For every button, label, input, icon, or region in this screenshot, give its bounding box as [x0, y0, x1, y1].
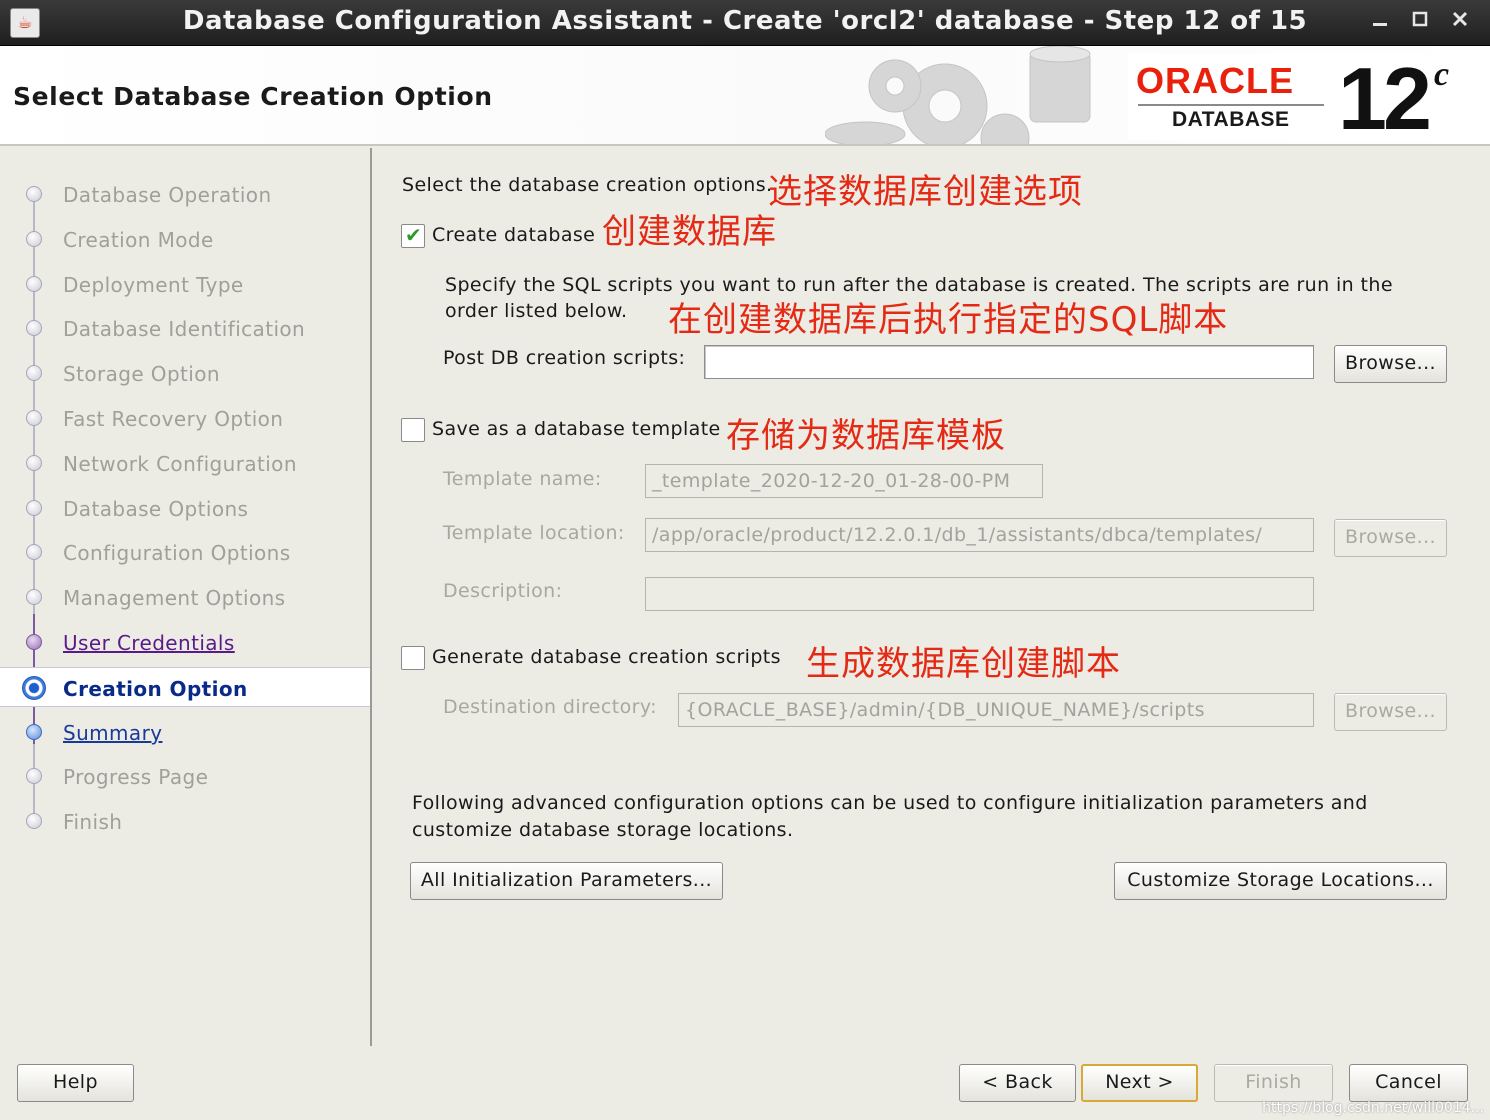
save-template-checkbox[interactable]	[401, 418, 425, 442]
template-location-browse-button[interactable]: Browse...	[1334, 519, 1447, 557]
step-indicator-icon	[26, 634, 42, 650]
step-indicator-icon	[26, 186, 42, 202]
step-indicator-icon	[26, 320, 42, 336]
nav-step-label: Deployment Type	[63, 273, 244, 297]
step-indicator-icon	[26, 276, 42, 292]
nav-step-finish: Finish	[0, 801, 370, 841]
template-location-input[interactable]: /app/oracle/product/12.2.0.1/db_1/assist…	[645, 518, 1314, 552]
gears-graphic	[825, 46, 1091, 144]
create-database-checkbox[interactable]	[401, 223, 425, 248]
annotation-create: 创建数据库	[602, 212, 777, 252]
intro-text: Select the database creation options.	[402, 174, 773, 196]
finish-button[interactable]: Finish	[1214, 1064, 1333, 1102]
cancel-button[interactable]: Cancel	[1349, 1064, 1468, 1102]
destination-directory-label: Destination directory:	[443, 696, 657, 718]
generate-scripts-label[interactable]: Generate database creation scripts	[432, 646, 781, 668]
nav-step-user-credentials[interactable]: User Credentials	[0, 622, 370, 662]
annotation-intro: 选择数据库创建选项	[768, 172, 1083, 212]
step-indicator-icon	[26, 589, 42, 605]
nav-step-storage-option: Storage Option	[0, 353, 370, 393]
nav-step-configuration-options: Configuration Options	[0, 532, 370, 572]
nav-step-fast-recovery-option: Fast Recovery Option	[0, 398, 370, 438]
footer-bar: Help < Back Next > Finish Cancel https:/…	[0, 1046, 1490, 1120]
generate-scripts-checkbox[interactable]	[401, 646, 425, 670]
step-indicator-icon	[26, 813, 42, 829]
step-indicator-icon	[26, 455, 42, 471]
step-indicator-icon	[26, 768, 42, 784]
dbca-window: ☕ Database Configuration Assistant - Cre…	[0, 0, 1490, 1120]
nav-step-label: Creation Option	[63, 677, 248, 701]
annotation-generate: 生成数据库创建脚本	[806, 644, 1121, 684]
step-indicator-icon	[26, 500, 42, 516]
template-location-label: Template location:	[443, 522, 625, 544]
help-button[interactable]: Help	[17, 1064, 134, 1102]
create-database-label[interactable]: Create database	[432, 224, 595, 246]
nav-step-management-options: Management Options	[0, 577, 370, 617]
nav-step-label: Storage Option	[63, 362, 220, 386]
advanced-text-line2: customize database storage locations.	[412, 819, 794, 841]
step-indicator-icon	[26, 724, 42, 740]
close-icon[interactable]	[1446, 9, 1474, 37]
step-indicator-icon	[26, 410, 42, 426]
nav-step-database-identification: Database Identification	[0, 308, 370, 348]
nav-step-label: Fast Recovery Option	[63, 407, 284, 431]
nav-step-creation-mode: Creation Mode	[0, 219, 370, 259]
nav-step-label: Network Configuration	[63, 452, 297, 476]
post-scripts-browse-button[interactable]: Browse...	[1334, 345, 1447, 383]
nav-step-creation-option: Creation Option	[0, 667, 370, 707]
main-panel: Select the database creation options. 选择…	[374, 148, 1490, 1046]
scripts-desc-line2: order listed below.	[445, 300, 628, 322]
nav-step-database-operation: Database Operation	[0, 174, 370, 214]
annotation-template: 存储为数据库模板	[726, 416, 1006, 456]
template-description-label: Description:	[443, 580, 563, 602]
nav-step-label: Summary	[63, 721, 163, 745]
page-title: Select Database Creation Option	[13, 82, 493, 111]
step-indicator-icon	[26, 231, 42, 247]
back-button[interactable]: < Back	[959, 1064, 1076, 1102]
save-template-label[interactable]: Save as a database template	[432, 418, 721, 440]
nav-step-progress-page: Progress Page	[0, 756, 370, 796]
post-scripts-label: Post DB creation scripts:	[443, 347, 686, 369]
advanced-text-line1: Following advanced configuration options…	[412, 792, 1368, 814]
step-indicator-icon	[22, 676, 46, 700]
nav-step-label: Database Operation	[63, 183, 272, 207]
next-button[interactable]: Next >	[1081, 1064, 1198, 1102]
nav-step-network-configuration: Network Configuration	[0, 443, 370, 483]
customize-storage-button[interactable]: Customize Storage Locations...	[1114, 862, 1447, 900]
destination-directory-input[interactable]: {ORACLE_BASE}/admin/{DB_UNIQUE_NAME}/scr…	[678, 693, 1314, 727]
window-title: Database Configuration Assistant - Creat…	[182, 6, 1308, 36]
template-name-input[interactable]: _template_2020-12-20_01-28-00-PM	[645, 464, 1043, 498]
maximize-icon[interactable]	[1406, 9, 1434, 37]
nav-step-label: User Credentials	[63, 631, 235, 655]
minimize-icon[interactable]	[1366, 9, 1394, 37]
nav-step-summary[interactable]: Summary	[0, 712, 370, 752]
nav-step-deployment-type: Deployment Type	[0, 264, 370, 304]
nav-step-label: Database Options	[63, 497, 249, 521]
step-indicator-icon	[26, 365, 42, 381]
nav-step-label: Management Options	[63, 586, 286, 610]
nav-step-label: Creation Mode	[63, 228, 214, 252]
annotation-scripts: 在创建数据库后执行指定的SQL脚本	[668, 300, 1229, 340]
all-init-parameters-button[interactable]: All Initialization Parameters...	[410, 862, 723, 900]
nav-step-database-options: Database Options	[0, 488, 370, 528]
template-description-input[interactable]	[645, 577, 1314, 611]
oracle-logo: ORACLE DATABASE 12 c	[1128, 49, 1478, 144]
watermark: https://blog.csdn.net/will0014...	[1262, 1100, 1484, 1116]
step-indicator-icon	[26, 544, 42, 560]
title-bar: ☕ Database Configuration Assistant - Cre…	[0, 0, 1490, 46]
post-scripts-input[interactable]	[704, 345, 1314, 379]
destination-browse-button[interactable]: Browse...	[1334, 693, 1447, 731]
nav-step-label: Finish	[63, 810, 123, 834]
header-banner: Select Database Creation Option ORACLE D…	[0, 46, 1490, 146]
nav-step-label: Progress Page	[63, 765, 209, 789]
step-navigation: Database Operation Creation Mode Deploymen…	[0, 148, 372, 1046]
nav-step-label: Configuration Options	[63, 541, 291, 565]
template-name-label: Template name:	[443, 468, 602, 490]
nav-step-label: Database Identification	[63, 317, 306, 341]
